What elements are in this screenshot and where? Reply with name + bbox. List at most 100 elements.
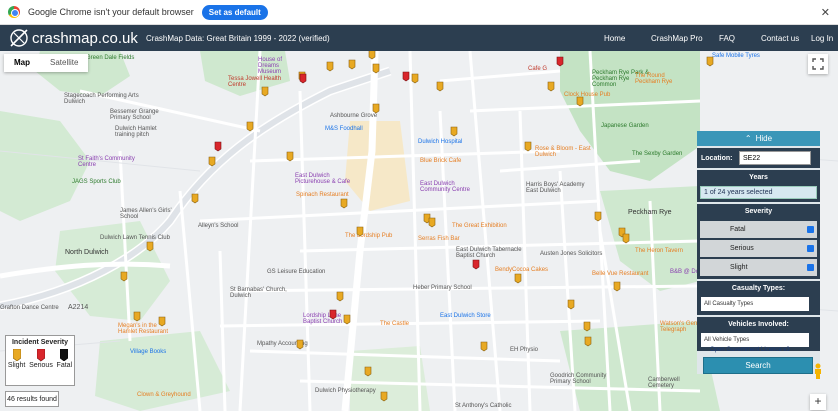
filter-panel: ⌃ Hide Location: Years 1 of 24 years sel… <box>697 131 820 374</box>
logo[interactable]: crashmap.co.uk <box>8 27 138 49</box>
slight-incident-marker[interactable] <box>146 241 154 252</box>
legend-item-serious: Serious <box>29 349 53 369</box>
hide-panel-button[interactable]: ⌃ Hide <box>697 131 820 146</box>
chevron-up-icon: ⌃ <box>744 134 752 143</box>
serious-incident-marker[interactable] <box>329 309 337 320</box>
slight-incident-marker[interactable] <box>524 141 532 152</box>
slight-marker-icon <box>12 349 21 361</box>
street-view-pegman-icon[interactable] <box>812 363 824 379</box>
slight-incident-marker[interactable] <box>208 156 216 167</box>
slight-incident-marker[interactable] <box>411 73 419 84</box>
slight-incident-marker[interactable] <box>622 233 630 244</box>
slight-incident-marker[interactable] <box>380 391 388 402</box>
nav-crashmap-pro[interactable]: CrashMap Pro <box>651 34 703 43</box>
severity-serious-row[interactable]: Serious <box>700 240 817 257</box>
infobar-message: Google Chrome isn't your default browser <box>28 7 194 17</box>
slight-incident-marker[interactable] <box>706 56 714 67</box>
slight-incident-marker[interactable] <box>368 51 376 60</box>
slight-incident-marker[interactable] <box>480 341 488 352</box>
slight-incident-marker[interactable] <box>133 311 141 322</box>
logo-text: crashmap.co.uk <box>32 29 138 47</box>
serious-marker-icon <box>36 349 45 361</box>
slight-incident-marker[interactable] <box>547 81 555 92</box>
chrome-icon <box>8 6 20 18</box>
legend-items: Slight Serious Fatal <box>6 349 74 369</box>
slight-incident-marker[interactable] <box>286 151 294 162</box>
zoom-in-button[interactable]: + <box>810 394 826 410</box>
slight-incident-marker[interactable] <box>364 366 372 377</box>
legend-label: Fatal <box>56 362 73 369</box>
severity-fatal-row[interactable]: Fatal <box>700 221 817 238</box>
slight-incident-marker[interactable] <box>436 81 444 92</box>
vehicles-select[interactable]: All Vehicle Types <box>701 333 809 347</box>
legend-title: Incident Severity <box>11 339 69 346</box>
incident-severity-legend: Incident Severity Slight Serious Fatal <box>5 335 75 386</box>
slight-incident-marker[interactable] <box>120 271 128 282</box>
years-box: 1 of 24 years selected <box>697 184 820 202</box>
default-browser-infobar: Google Chrome isn't your default browser… <box>0 0 838 25</box>
years-title: Years <box>697 170 820 184</box>
severity-fatal-checkbox[interactable] <box>807 226 814 233</box>
severity-options: Fatal Serious Slight <box>697 218 820 279</box>
nav-home[interactable]: Home <box>604 34 625 43</box>
location-label: Location: <box>701 154 733 162</box>
serious-incident-marker[interactable] <box>402 71 410 82</box>
slight-incident-marker[interactable] <box>584 336 592 347</box>
vehicles-title: Vehicles Involved: <box>697 317 820 331</box>
severity-slight-row[interactable]: Slight <box>700 259 817 276</box>
slight-incident-marker[interactable] <box>594 211 602 222</box>
nav-log-in[interactable]: Log In <box>811 34 833 43</box>
legend-item-fatal: Fatal <box>56 349 73 369</box>
location-row: Location: <box>697 148 820 168</box>
slight-incident-marker[interactable] <box>514 273 522 284</box>
slight-incident-marker[interactable] <box>326 61 334 72</box>
slight-incident-marker[interactable] <box>336 291 344 302</box>
crashmap-logo-icon <box>10 29 28 47</box>
casualty-types-select[interactable]: All Casualty Types <box>701 297 809 311</box>
legend-label: Serious <box>29 362 53 369</box>
map-canvas[interactable]: Green Dale Fields Stagecoach Performing … <box>0 51 838 411</box>
serious-incident-marker[interactable] <box>299 73 307 84</box>
set-as-default-button[interactable]: Set as default <box>201 4 268 20</box>
slight-incident-marker[interactable] <box>158 316 166 327</box>
slight-incident-marker[interactable] <box>613 281 621 292</box>
severity-label: Serious <box>730 245 754 252</box>
severity-label: Slight <box>730 264 748 271</box>
casualty-title: Casualty Types: <box>697 281 820 295</box>
serious-incident-marker[interactable] <box>214 141 222 152</box>
slight-incident-marker[interactable] <box>246 121 254 132</box>
slight-incident-marker[interactable] <box>340 198 348 209</box>
years-select[interactable]: 1 of 24 years selected <box>700 186 817 199</box>
search-button[interactable]: Search <box>703 357 813 374</box>
data-coverage-label: CrashMap Data: Great Britain 1999 - 2022… <box>146 33 330 43</box>
slight-incident-marker[interactable] <box>348 59 356 70</box>
severity-slight-checkbox[interactable] <box>807 264 814 271</box>
severity-title: Severity <box>697 204 820 218</box>
slight-incident-marker[interactable] <box>583 321 591 332</box>
close-icon[interactable]: ✕ <box>821 6 830 19</box>
severity-serious-checkbox[interactable] <box>807 245 814 252</box>
nav-faq[interactable]: FAQ <box>719 34 735 43</box>
slight-incident-marker[interactable] <box>261 86 269 97</box>
slight-incident-marker[interactable] <box>567 299 575 310</box>
location-input[interactable] <box>739 151 811 165</box>
slight-incident-marker[interactable] <box>576 96 584 107</box>
slight-incident-marker[interactable] <box>372 63 380 74</box>
slight-incident-marker[interactable] <box>372 103 380 114</box>
slight-incident-marker[interactable] <box>343 314 351 325</box>
fatal-marker-icon <box>60 349 69 361</box>
slight-incident-marker[interactable] <box>191 193 199 204</box>
site-header: crashmap.co.uk CrashMap Data: Great Brit… <box>0 25 838 51</box>
nav-contact-us[interactable]: Contact us <box>761 34 799 43</box>
slight-incident-marker[interactable] <box>356 226 364 237</box>
legend-label: Slight <box>7 362 26 369</box>
results-count: 46 results found <box>5 391 59 407</box>
legend-item-slight: Slight <box>7 349 26 369</box>
serious-incident-marker[interactable] <box>556 56 564 67</box>
severity-label: Fatal <box>730 226 746 233</box>
slight-incident-marker[interactable] <box>296 339 304 350</box>
attribution-link[interactable]: Open Government Licence v3 <box>710 347 790 353</box>
slight-incident-marker[interactable] <box>450 126 458 137</box>
serious-incident-marker[interactable] <box>472 259 480 270</box>
slight-incident-marker[interactable] <box>428 217 436 228</box>
